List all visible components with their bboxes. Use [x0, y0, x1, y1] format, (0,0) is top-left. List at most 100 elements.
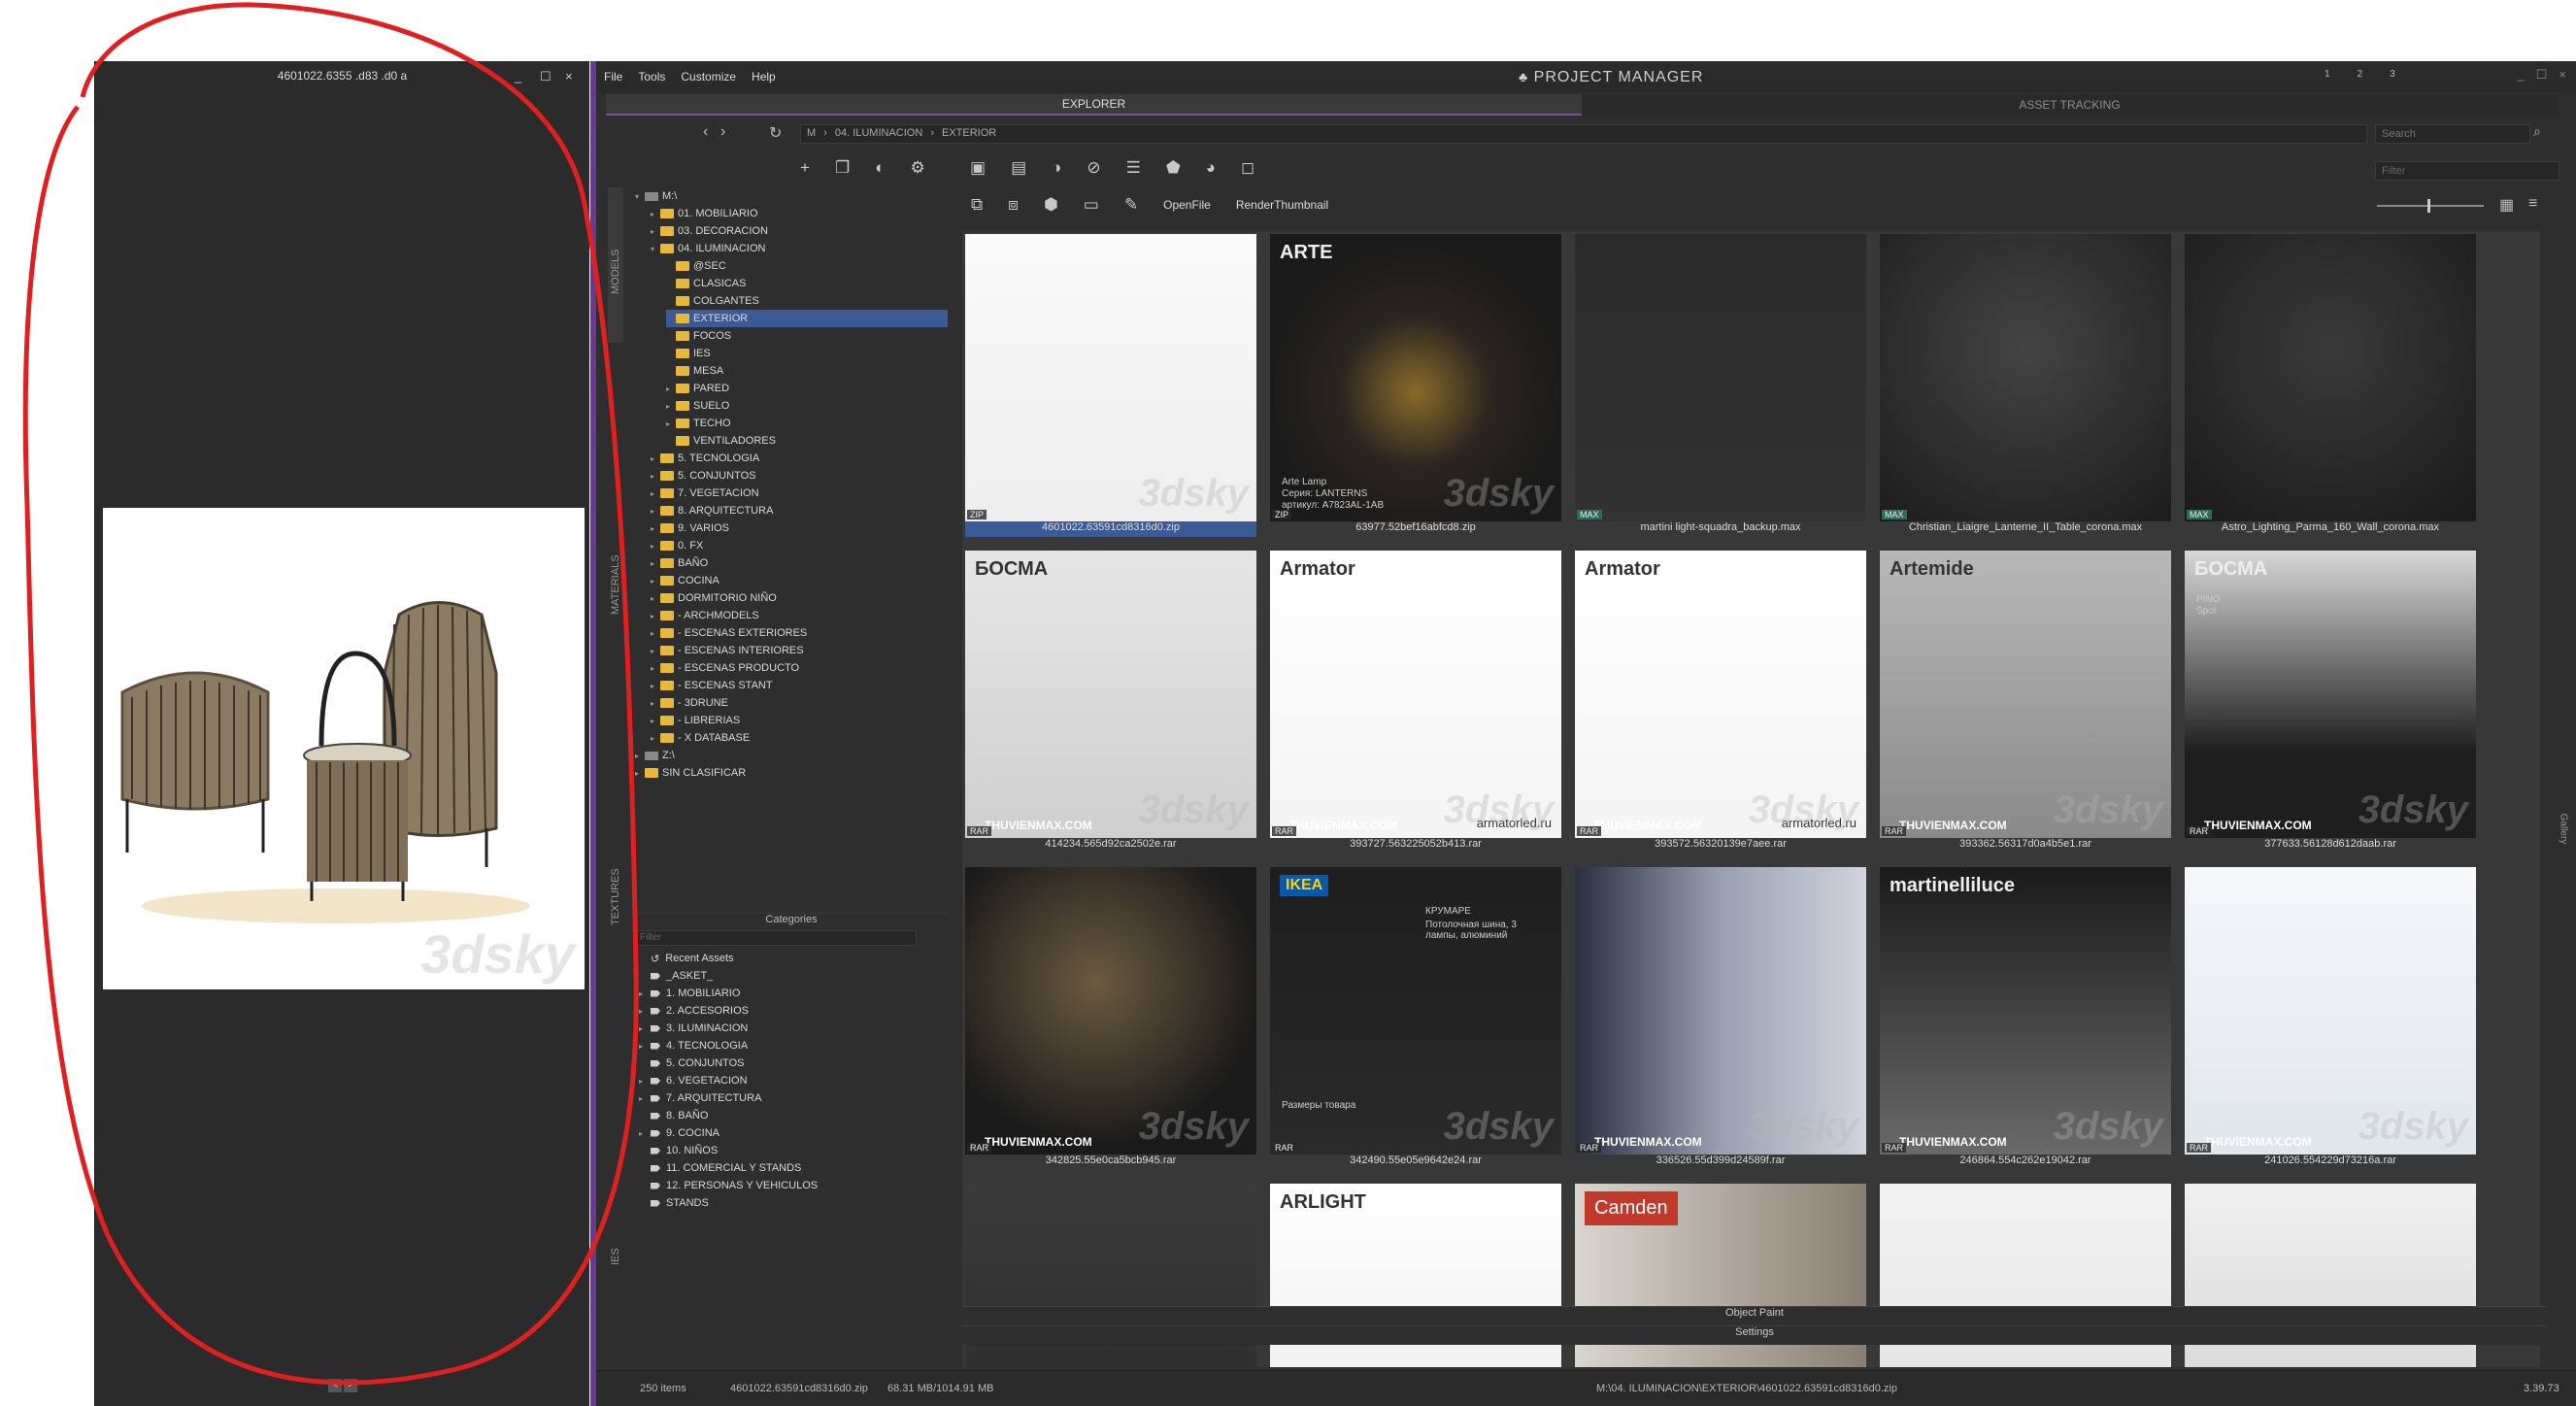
- sort-icon[interactable]: ≡: [2528, 195, 2537, 213]
- tree-item[interactable]: ▸ PARED: [666, 380, 948, 397]
- expand-arrow-icon[interactable]: ▸: [666, 402, 676, 411]
- search-input[interactable]: Search: [2375, 124, 2530, 144]
- asset-thumbnail[interactable]: Armator THUVIENMAX.COM armatorled.ru 3dsky R…: [1575, 551, 1866, 838]
- list-icon[interactable]: ☰: [1126, 158, 1141, 178]
- copy-icon[interactable]: ❐: [835, 158, 850, 178]
- tree-item[interactable]: ▸ 0. FX: [651, 537, 948, 554]
- tree-item[interactable]: ▸ SUELO: [666, 397, 948, 415]
- menu-file[interactable]: File: [596, 70, 630, 84]
- tree-item[interactable]: ▸ - ARCHMODELS: [651, 607, 948, 624]
- asset-thumbnail[interactable]: ARTE Arte Lamp Серия: LANTERNS артикул: A78…: [1270, 234, 1561, 521]
- tree-item[interactable]: FOCOS: [666, 327, 948, 345]
- expand-arrow-icon[interactable]: ▸: [651, 454, 660, 463]
- category-item[interactable]: 8. BAÑO: [639, 1107, 708, 1124]
- render-thumbnail-button[interactable]: RenderThumbnail: [1236, 198, 1328, 212]
- tree-item[interactable]: ▸ TECHO: [666, 415, 948, 432]
- preview-prev-button[interactable]: <: [328, 1379, 342, 1392]
- tree-item[interactable]: ▸ 03. DECORACION: [651, 222, 948, 240]
- tree-item[interactable]: ▸ 7. VEGETACION: [651, 485, 948, 502]
- menu-customize[interactable]: Customize: [673, 70, 744, 84]
- category-item[interactable]: 5. CONJUNTOS: [639, 1054, 744, 1072]
- tree-item[interactable]: ▸ 5. TECNOLOGIA: [651, 450, 948, 467]
- expand-arrow-icon[interactable]: ▾: [635, 192, 645, 201]
- tree-item[interactable]: IES: [666, 345, 948, 362]
- tree-item[interactable]: @SEC: [666, 257, 948, 275]
- asset-thumbnail[interactable]: MAX: [1575, 234, 1866, 521]
- expand-arrow-icon[interactable]: ▸: [651, 612, 660, 620]
- xref-icon[interactable]: ⧈: [1008, 195, 1019, 215]
- tree-item[interactable]: ▾ M:\: [635, 187, 948, 205]
- asset-card[interactable]: Armator THUVIENMAX.COM armatorled.ru 3dsky R…: [1270, 551, 1561, 854]
- breadcrumb-exterior[interactable]: EXTERIOR: [942, 127, 996, 141]
- tree-item[interactable]: ▸ DORMITORIO NIÑO: [651, 589, 948, 607]
- material-sphere-icon[interactable]: ◑: [1052, 158, 1061, 178]
- categories-filter-input[interactable]: Filter: [635, 930, 917, 946]
- asset-card[interactable]: THUVIENMAX.COM 3dsky RAR 241026.554229d7321…: [2185, 867, 2476, 1170]
- asset-card[interactable]: MAX Astro_Lighting_Parma_160_Wall_corona.…: [2185, 234, 2476, 537]
- category-item[interactable]: 10. NIÑOS: [639, 1142, 718, 1159]
- asset-thumbnail[interactable]: IKEA КРУМАРЕ Потолочная шина, 3 лампы, алю…: [1270, 867, 1561, 1155]
- asset-card[interactable]: THUVIENMAX.COM 3dsky RAR 342825.55e0ca5bcb9…: [965, 867, 1256, 1170]
- tree-item[interactable]: CLASICAS: [666, 275, 948, 292]
- asset-thumbnail[interactable]: MAX: [2185, 234, 2476, 521]
- expand-arrow-icon[interactable]: ▸: [651, 629, 660, 638]
- category-item[interactable]: ▸ 1. MOBILIARIO: [639, 985, 740, 1002]
- tab-asset-tracking[interactable]: ASSET TRACKING: [1582, 94, 2558, 116]
- filter-input[interactable]: Filter: [2375, 161, 2559, 181]
- expand-arrow-icon[interactable]: ▸: [635, 769, 645, 778]
- expand-arrow-icon[interactable]: ▸: [666, 419, 676, 428]
- asset-thumbnail[interactable]: THUVIENMAX.COM 3dsky RAR: [2185, 867, 2476, 1155]
- asset-card[interactable]: MAX Christian_Liaigre_Lanterne_II_Table_c…: [1880, 234, 2171, 537]
- side-tab-textures[interactable]: TEXTURES: [608, 828, 623, 945]
- asset-thumbnail[interactable]: 3dsky ZIP: [965, 234, 1256, 521]
- category-item[interactable]: ▸ 2. ACCESORIOS: [639, 1002, 749, 1020]
- multi-select-icon[interactable]: ▣: [970, 158, 986, 178]
- tree-item[interactable]: ▸ - X DATABASE: [651, 729, 948, 747]
- expand-arrow-icon[interactable]: ▸: [651, 524, 660, 533]
- side-tab-models[interactable]: MODELS: [608, 187, 623, 343]
- settings-gear-icon[interactable]: ⚙: [910, 158, 924, 178]
- tree-item[interactable]: COLGANTES: [666, 292, 948, 310]
- expand-arrow-icon[interactable]: ▾: [651, 245, 660, 253]
- asset-card[interactable]: БОСМА PINO Spot THUVIENMAX.COM 3dsky RAR 37763…: [2185, 551, 2476, 854]
- refresh-icon[interactable]: ↻: [769, 123, 782, 143]
- tree-item[interactable]: ▸ - ESCENAS EXTERIORES: [651, 624, 948, 642]
- tree-item[interactable]: ▸ COCINA: [651, 572, 948, 589]
- asset-card[interactable]: MAX martini light-squadra_backup.max: [1575, 234, 1866, 537]
- expand-arrow-icon[interactable]: ▸: [651, 664, 660, 673]
- maximize-button[interactable]: ☐: [2536, 67, 2548, 83]
- frame-icon[interactable]: ◻: [1241, 158, 1255, 178]
- workspace-1[interactable]: 1: [2325, 69, 2330, 80]
- forward-arrow-icon[interactable]: ›: [720, 123, 725, 141]
- expand-arrow-icon[interactable]: ▸: [651, 594, 660, 603]
- asset-card[interactable]: Armator THUVIENMAX.COM armatorled.ru 3dsky R…: [1575, 551, 1866, 854]
- stamp-icon[interactable]: ◐: [875, 158, 885, 178]
- object-paint-panel[interactable]: Object Paint: [962, 1306, 2547, 1325]
- tree-item[interactable]: VENTILADORES: [666, 432, 948, 450]
- expand-arrow-icon[interactable]: ▸: [666, 385, 676, 393]
- asset-thumbnail[interactable]: THUVIENMAX.COM 3dsky RAR: [1575, 867, 1866, 1155]
- asset-thumbnail[interactable]: THUVIENMAX.COM 3dsky RAR: [965, 867, 1256, 1155]
- open-folder-icon[interactable]: ▭: [1084, 195, 1099, 215]
- expand-arrow-icon[interactable]: ▸: [651, 227, 660, 236]
- tab-explorer[interactable]: EXPLORER: [606, 94, 1582, 116]
- workspace-2[interactable]: 2: [2358, 69, 2363, 80]
- expand-arrow-icon[interactable]: ▸: [639, 1129, 651, 1138]
- expand-arrow-icon[interactable]: ▸: [651, 507, 660, 516]
- expand-arrow-icon[interactable]: ▸: [651, 489, 660, 498]
- expand-arrow-icon[interactable]: ▸: [639, 1024, 651, 1033]
- asset-thumbnail[interactable]: Armator THUVIENMAX.COM armatorled.ru 3dsky R…: [1270, 551, 1561, 838]
- asset-card[interactable]: THUVIENMAX.COM 3dsky RAR 336526.55d399d2458…: [1575, 867, 1866, 1170]
- asset-thumbnail[interactable]: MAX: [1880, 234, 2171, 521]
- expand-arrow-icon[interactable]: ▸: [639, 1077, 651, 1086]
- asset-thumbnail[interactable]: БОСМА THUVIENMAX.COM 3dsky RAR: [965, 551, 1256, 838]
- expand-arrow-icon[interactable]: ▸: [651, 577, 660, 586]
- menu-help[interactable]: Help: [744, 70, 784, 84]
- thumbnail-size-slider[interactable]: [2377, 199, 2484, 213]
- expand-arrow-icon[interactable]: ▸: [651, 734, 660, 743]
- close-button[interactable]: ×: [2559, 67, 2566, 83]
- category-item[interactable]: ▸ 9. COCINA: [639, 1124, 719, 1142]
- asset-card[interactable]: ARTE Arte Lamp Серия: LANTERNS артикул: A78…: [1270, 234, 1561, 537]
- open-file-button[interactable]: OpenFile: [1163, 198, 1211, 212]
- tree-item[interactable]: ▸ Z:\: [635, 747, 948, 764]
